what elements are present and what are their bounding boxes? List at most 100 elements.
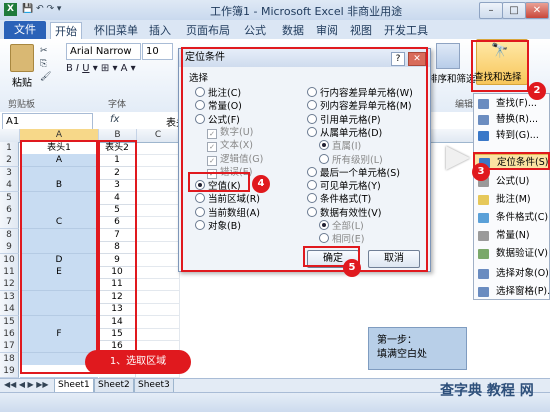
row-header[interactable]: 5 — [0, 191, 19, 205]
row-header[interactable]: 9 — [0, 241, 19, 255]
row-header[interactable]: 10 — [0, 253, 19, 267]
cell-c[interactable] — [136, 253, 180, 267]
row-header[interactable]: 8 — [0, 228, 19, 242]
cell-c[interactable] — [136, 204, 180, 217]
tab-view[interactable]: 视图 — [346, 22, 376, 39]
row-header[interactable]: 6 — [0, 204, 19, 217]
step-note-line2: 填满空白处 — [377, 349, 427, 360]
cell-c[interactable] — [136, 303, 180, 317]
menu-item-label: 选择窗格(P)... — [496, 286, 550, 297]
menu-item-label: 公式(U) — [496, 176, 530, 187]
cut-copy-icons[interactable]: ✂ ⎘ 🖌 — [40, 45, 54, 85]
highlight-column-a — [20, 140, 100, 374]
cell-c[interactable] — [136, 154, 180, 168]
tab-classic-menu[interactable]: 怀旧菜单 — [90, 22, 142, 39]
cell-c[interactable] — [136, 290, 180, 304]
menu-item-icon — [478, 269, 489, 279]
step-badge-2: 2 — [528, 82, 546, 100]
cell-c[interactable] — [136, 266, 180, 279]
cell-c[interactable] — [136, 216, 180, 230]
font-format-buttons[interactable]: B I U ▾ ⊞ ▾ A ▾ — [66, 63, 166, 74]
clipboard-group-label: 剪贴板 — [8, 100, 36, 110]
name-box[interactable]: A1 — [2, 113, 93, 130]
row-header[interactable]: 14 — [0, 303, 19, 317]
arrow-to-menu — [446, 146, 470, 170]
step-badge-3: 3 — [472, 163, 490, 181]
row-header[interactable]: 1 — [0, 142, 19, 155]
row-header[interactable]: 12 — [0, 278, 19, 292]
column-header-c[interactable]: C — [136, 129, 181, 142]
row-header[interactable]: 11 — [0, 266, 19, 279]
row-header[interactable]: 4 — [0, 179, 19, 193]
paste-icon[interactable] — [10, 44, 34, 72]
quick-access-toolbar[interactable]: 💾 ↶ ↷ ▾ — [22, 4, 92, 16]
paste-label: 粘贴 — [12, 78, 32, 89]
tab-home[interactable]: 开始 — [50, 22, 82, 40]
minimize-button[interactable]: – — [479, 2, 503, 19]
sheet-tab-2[interactable]: Sheet2 — [94, 379, 134, 393]
row-header[interactable]: 15 — [0, 315, 19, 329]
row-header[interactable]: 2 — [0, 154, 19, 168]
tab-file[interactable]: 文件 — [4, 21, 46, 39]
menu-item-icon — [478, 115, 489, 125]
maximize-button[interactable]: □ — [502, 2, 526, 19]
cell-c[interactable] — [136, 241, 180, 255]
menu-item-icon — [478, 195, 489, 205]
cell-c[interactable] — [136, 328, 180, 341]
font-size-combo[interactable]: 10 — [142, 43, 173, 60]
tab-review[interactable]: 审阅 — [312, 22, 342, 39]
cell-c[interactable] — [136, 179, 180, 193]
font-group-label: 字体 — [108, 100, 127, 110]
row-header[interactable]: 17 — [0, 340, 19, 354]
menu-item-icon — [478, 287, 489, 297]
tab-data[interactable]: 数据 — [278, 22, 308, 39]
tab-developer[interactable]: 开发工具 — [380, 22, 432, 39]
step-badge-5: 5 — [343, 259, 361, 277]
menu-item-icon — [478, 231, 489, 241]
row-header[interactable]: 18 — [0, 352, 19, 366]
font-name-combo[interactable]: Arial Narrow — [66, 43, 141, 60]
cell-c[interactable] — [136, 278, 180, 292]
menu-item-icon — [478, 99, 489, 109]
menu-item[interactable]: 选择窗格(P)... — [474, 284, 550, 300]
close-button[interactable]: ✕ — [525, 2, 549, 19]
menu-item-label: 替换(R)... — [496, 114, 539, 125]
menu-item-label: 常量(N) — [496, 230, 530, 241]
row-header[interactable]: 19 — [0, 365, 19, 379]
step-note-line1: 第一步： — [377, 335, 417, 346]
row-header[interactable]: 7 — [0, 216, 19, 230]
menu-item-icon — [478, 131, 489, 141]
row-header[interactable]: 16 — [0, 328, 19, 341]
tab-page-layout[interactable]: 页面布局 — [182, 22, 234, 39]
cell-c[interactable] — [136, 142, 180, 155]
cell-c[interactable] — [136, 228, 180, 242]
menu-item[interactable]: 批注(M) — [474, 192, 550, 208]
sheet-tab-3[interactable]: Sheet3 — [134, 379, 174, 393]
row-header[interactable]: 3 — [0, 166, 19, 180]
menu-item-label: 选择对象(O) — [496, 268, 549, 279]
menu-item[interactable]: 数据验证(V) — [474, 246, 550, 262]
cell-c[interactable] — [136, 315, 180, 329]
menu-item[interactable]: 条件格式(C) — [474, 210, 550, 226]
menu-item-label: 条件格式(C) — [496, 212, 549, 223]
sort-filter-button[interactable]: 排序和筛选 — [428, 71, 476, 85]
menu-item-icon — [478, 249, 489, 259]
sheet-tab-1[interactable]: Sheet1 — [54, 379, 94, 393]
cell-c[interactable] — [136, 166, 180, 180]
fx-icon[interactable]: fx — [110, 114, 119, 125]
menu-item[interactable]: 转到(G)... — [474, 128, 550, 144]
menu-item[interactable]: 选择对象(O) — [474, 266, 550, 282]
menu-item[interactable]: 替换(R)... — [474, 112, 550, 128]
select-all-corner[interactable] — [0, 129, 20, 142]
highlight-blanks-option — [188, 172, 250, 192]
row-header[interactable]: 13 — [0, 290, 19, 304]
title-bar: X 💾 ↶ ↷ ▾ 工作簿1 - Microsoft Excel 非商业用途 –… — [0, 0, 550, 21]
sort-filter-icon[interactable] — [436, 43, 460, 69]
menu-item-label: 转到(G)... — [496, 130, 539, 141]
cell-c[interactable] — [136, 191, 180, 205]
sheet-nav-icons[interactable]: ◀◀ ◀ ▶ ▶▶ — [4, 380, 49, 389]
menu-item-label: 查找(F)... — [496, 98, 537, 109]
menu-item[interactable]: 常量(N) — [474, 228, 550, 244]
tab-insert[interactable]: 插入 — [145, 22, 175, 39]
tab-formulas[interactable]: 公式 — [240, 22, 270, 39]
